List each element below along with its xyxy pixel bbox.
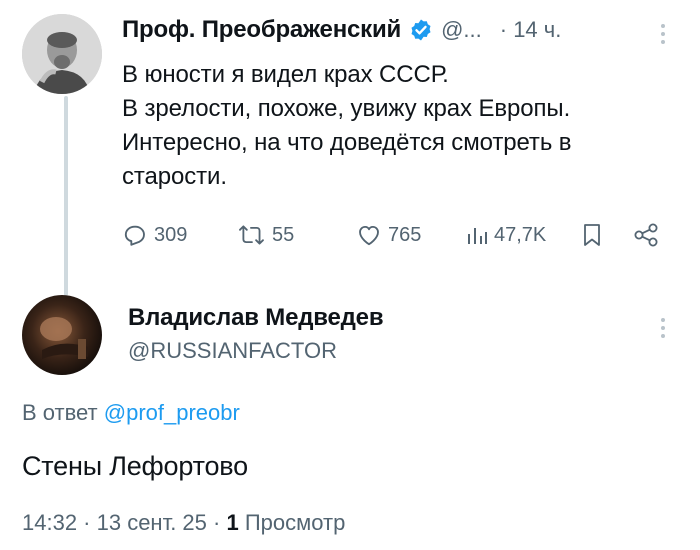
reply-icon — [124, 225, 145, 246]
avatar-prof-preobrazhensky[interactable] — [22, 14, 102, 94]
tweet-text-line: В зрелости, похоже, увижу крах Европы. — [122, 95, 571, 122]
reply-display-name[interactable]: Владислав Медведев — [128, 304, 384, 332]
views-count: 47,7K — [494, 223, 547, 246]
views-button[interactable]: 47,7K — [466, 222, 546, 248]
more-options-icon[interactable] — [660, 24, 666, 44]
like-button[interactable]: 765 — [356, 222, 421, 248]
verified-badge-icon — [409, 18, 433, 42]
like-count: 765 — [388, 223, 422, 246]
share-icon — [634, 223, 658, 247]
reply-button[interactable]: 309 — [122, 222, 187, 248]
bookmark-button[interactable] — [580, 222, 604, 253]
tweet-text-line: Интересно, на что доведётся смотреть в — [122, 129, 572, 156]
bookmark-icon — [584, 224, 600, 246]
user-handle[interactable]: @... — [441, 17, 482, 43]
heart-icon — [359, 225, 379, 246]
reply-to-mention-link[interactable]: @prof_preobr — [104, 400, 240, 425]
reply-context: В ответ @prof_preobr — [22, 400, 240, 426]
thread-connector-line — [64, 96, 68, 296]
repost-icon — [239, 225, 264, 245]
tweet-text: В юности я видел крах СССР. В зрелости, … — [122, 58, 682, 194]
reply-meta: 14:32 · 13 сент. 25 · 1 Просмотр — [22, 510, 345, 536]
reply-tweet-text: Стены Лефортово — [22, 451, 248, 481]
reply-views-count: 1 — [226, 510, 239, 535]
reply-more-options-icon[interactable] — [660, 318, 666, 338]
avatar-dark-image — [22, 295, 102, 375]
reply-timestamp[interactable]: 14:32 · 13 сент. 25 · — [22, 510, 220, 535]
repost-button[interactable]: 55 — [238, 222, 294, 248]
share-button[interactable] — [632, 222, 660, 253]
avatar-vladislav-medvedev[interactable] — [22, 295, 102, 375]
avatar-portrait-image — [22, 14, 102, 94]
reply-user-handle[interactable]: @RUSSIANFACTOR — [128, 338, 383, 364]
display-name[interactable]: Проф. Преображенский — [122, 16, 401, 44]
tweet-time[interactable]: · 14 ч. — [500, 17, 562, 43]
reply-views-label: Просмотр — [244, 510, 346, 535]
reply-count: 309 — [154, 223, 188, 246]
tweet-text-line: В юности я видел крах СССР. — [122, 61, 449, 88]
reply-prefix: В ответ — [22, 400, 98, 425]
views-chart-icon — [468, 228, 487, 244]
tweet-text-line: старости. — [122, 163, 227, 190]
repost-count: 55 — [272, 223, 295, 246]
